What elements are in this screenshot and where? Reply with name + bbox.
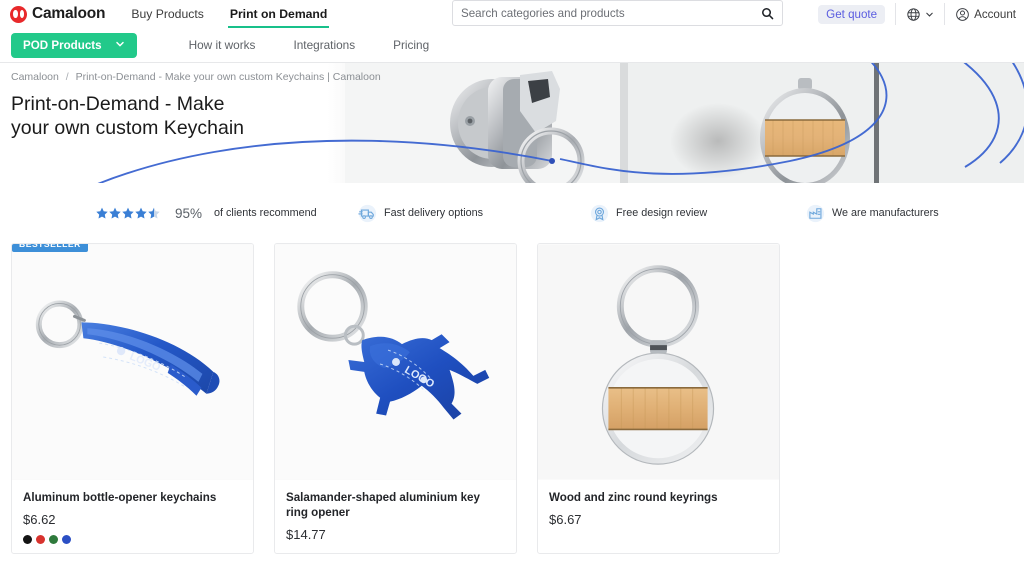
- chevron-down-icon: [925, 10, 934, 19]
- breadcrumb-separator: /: [65, 71, 69, 83]
- subnav-link-how-it-works[interactable]: How it works: [189, 38, 256, 52]
- search-bar[interactable]: [452, 0, 783, 26]
- product-info: Wood and zinc round keyrings $6.67: [538, 480, 779, 536]
- product-image-salamander[interactable]: LOGO: [275, 244, 516, 480]
- product-card[interactable]: BESTSELLER LOGO Aluminum bottle-opener k…: [11, 243, 254, 554]
- get-quote-button[interactable]: Get quote: [818, 4, 886, 24]
- pod-products-label: POD Products: [23, 38, 102, 52]
- product-price: $14.77: [286, 527, 326, 542]
- color-swatch-red[interactable]: [36, 535, 45, 544]
- recommend-percent: 95%: [175, 205, 203, 221]
- color-swatch-black[interactable]: [23, 535, 32, 544]
- product-image-bottle-opener[interactable]: LOGO: [12, 244, 253, 480]
- design-review-badge-icon: [590, 204, 609, 223]
- product-title: Wood and zinc round keyrings: [549, 491, 718, 504]
- bestseller-badge: BESTSELLER: [12, 244, 88, 252]
- product-image-wood-round-keyring[interactable]: [538, 244, 779, 480]
- badge-client-recommend: 95% of clients recommend: [96, 206, 317, 221]
- user-circle-icon: [955, 7, 970, 22]
- brand-name: Camaloon: [32, 5, 106, 22]
- design-review-label: Free design review: [616, 207, 708, 219]
- subnav-links: How it works Integrations Pricing: [189, 38, 430, 52]
- subnav-link-pricing[interactable]: Pricing: [393, 38, 429, 52]
- page-title: Print-on-Demand - Make your own custom K…: [11, 93, 245, 139]
- hero-banner: Camaloon / Print-on-Demand - Make your o…: [0, 63, 1024, 183]
- product-price: $6.67: [549, 512, 582, 527]
- pod-products-button[interactable]: POD Products: [11, 32, 137, 58]
- trust-badges-row: 95% of clients recommend Fast delivery o…: [0, 183, 1024, 243]
- nav-item-buy-products[interactable]: Buy Products: [131, 0, 203, 28]
- tools-divider-2: [944, 3, 946, 25]
- product-card[interactable]: LOGO Salamander-shaped aluminium key rin…: [274, 243, 517, 554]
- language-selector[interactable]: [906, 7, 934, 22]
- globe-icon: [906, 7, 921, 22]
- product-info: Salamander-shaped aluminium key ring ope…: [275, 480, 516, 551]
- subnav-link-integrations[interactable]: Integrations: [293, 38, 355, 52]
- product-title: Salamander-shaped aluminium key ring ope…: [286, 491, 480, 519]
- fast-delivery-label: Fast delivery options: [384, 207, 484, 219]
- product-grid: BESTSELLER LOGO Aluminum bottle-opener k…: [0, 243, 1024, 554]
- product-title: Aluminum bottle-opener keychains: [23, 491, 217, 504]
- primary-nav: Buy Products Print on Demand: [131, 0, 329, 28]
- account-menu[interactable]: Account: [955, 7, 1016, 22]
- delivery-truck-icon: [358, 204, 377, 223]
- factory-icon: [806, 204, 825, 223]
- header-tools: Get quote Account: [818, 0, 1024, 28]
- product-info: Aluminum bottle-opener keychains $6.62: [12, 480, 253, 553]
- search-input[interactable]: [461, 6, 761, 20]
- breadcrumb-current: Print-on-Demand - Make your own custom K…: [75, 71, 381, 83]
- account-label: Account: [974, 7, 1016, 21]
- search-icon[interactable]: [761, 7, 774, 20]
- top-header: Camaloon Buy Products Print on Demand Ge…: [0, 0, 1024, 28]
- tools-divider-1: [895, 3, 897, 25]
- badge-design-review: Free design review: [590, 204, 707, 223]
- breadcrumb-root[interactable]: Camaloon: [11, 71, 59, 83]
- color-swatches: [23, 535, 242, 544]
- hero-text-block: Camaloon / Print-on-Demand - Make your o…: [11, 71, 381, 140]
- breadcrumb: Camaloon / Print-on-Demand - Make your o…: [11, 71, 381, 83]
- product-price: $6.62: [23, 512, 56, 527]
- chevron-down-icon: [115, 39, 125, 52]
- color-swatch-blue[interactable]: [62, 535, 71, 544]
- badge-fast-delivery: Fast delivery options: [358, 204, 483, 223]
- stars-icon: [96, 207, 162, 219]
- nav-item-print-on-demand[interactable]: Print on Demand: [227, 0, 329, 28]
- color-swatch-green[interactable]: [49, 535, 58, 544]
- brand-logo[interactable]: Camaloon: [10, 5, 106, 23]
- camaloon-logo-icon: [10, 5, 27, 23]
- badge-manufacturers: We are manufacturers: [806, 204, 939, 223]
- product-card[interactable]: Wood and zinc round keyrings $6.67: [537, 243, 780, 554]
- recommend-label: of clients recommend: [214, 207, 317, 219]
- manufacturers-label: We are manufacturers: [832, 207, 939, 219]
- secondary-nav: POD Products How it works Integrations P…: [0, 28, 1024, 63]
